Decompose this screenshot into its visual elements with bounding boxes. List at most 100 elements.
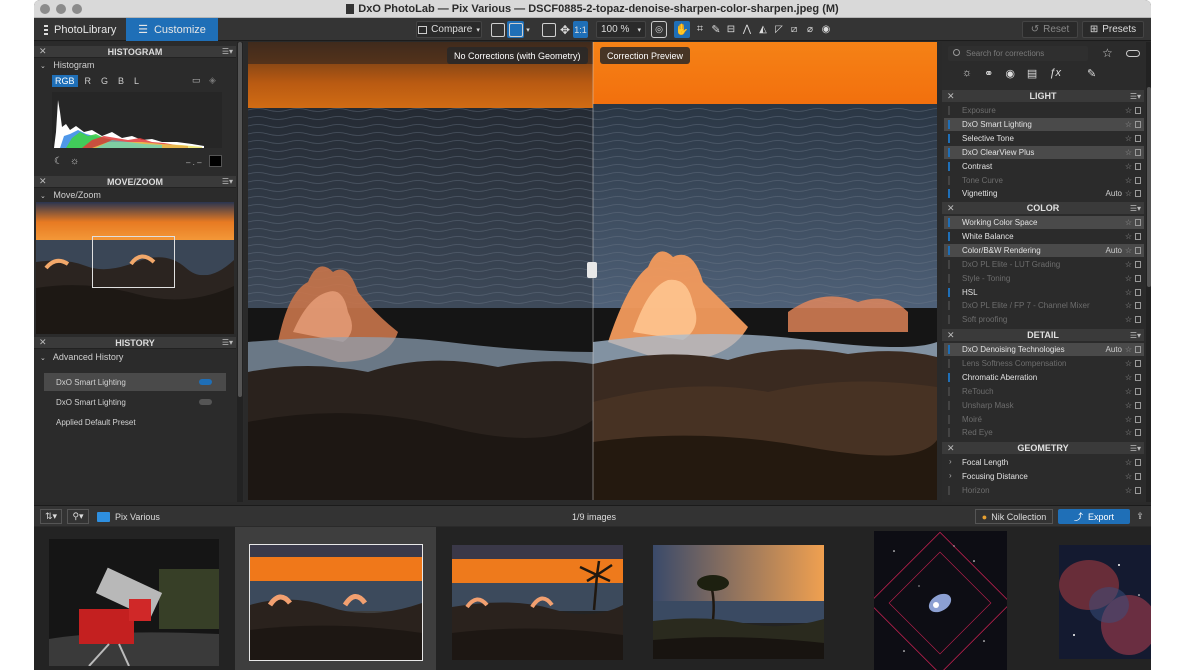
- enable-indicator-icon[interactable]: [948, 485, 957, 495]
- reset-palette-icon[interactable]: [1135, 373, 1141, 381]
- correction-item[interactable]: Tone Curve ☆: [944, 174, 1144, 187]
- scroll-thumb[interactable]: [1147, 87, 1151, 287]
- star-icon[interactable]: ☆: [1125, 246, 1132, 255]
- reset-palette-icon[interactable]: [1135, 107, 1141, 114]
- enable-indicator-icon[interactable]: [948, 245, 957, 255]
- corrections-search[interactable]: Search for corrections: [948, 46, 1088, 61]
- hand-tool-button[interactable]: ✋: [674, 21, 690, 38]
- reset-palette-icon[interactable]: [1135, 120, 1141, 128]
- toggle-icon[interactable]: [1126, 50, 1140, 57]
- panel-menu-icon[interactable]: ☰▾: [222, 338, 233, 347]
- local-adjustments-button[interactable]: ◸: [772, 21, 786, 38]
- correction-item[interactable]: Red Eye ☆: [944, 426, 1144, 439]
- close-icon[interactable]: ✕: [39, 46, 47, 57]
- correction-item[interactable]: Selective Tone ☆: [944, 132, 1144, 145]
- reset-palette-icon[interactable]: [1135, 162, 1141, 170]
- export-button[interactable]: ⤴ Export: [1058, 509, 1130, 524]
- right-scrollbar[interactable]: [1146, 42, 1151, 502]
- effects-icon[interactable]: ƒx: [1049, 67, 1061, 80]
- enable-indicator-icon[interactable]: [948, 301, 957, 311]
- reset-palette-icon[interactable]: [1135, 260, 1141, 268]
- move-zoom-header[interactable]: ✕ MOVE/ZOOM ☰▾: [34, 176, 236, 188]
- close-icon[interactable]: ✕: [947, 330, 955, 341]
- presets-button[interactable]: ⊞ Presets: [1082, 21, 1144, 38]
- star-icon[interactable]: ☆: [1125, 260, 1132, 269]
- section-header-light[interactable]: ✕ LIGHT ☰▾: [942, 90, 1144, 102]
- correction-item[interactable]: Working Color Space ☆: [944, 216, 1144, 229]
- enable-indicator-icon[interactable]: [948, 315, 957, 325]
- tab-photolibrary[interactable]: PhotoLibrary: [34, 18, 126, 41]
- preview-eye-button[interactable]: ◉: [819, 21, 833, 38]
- crop-tool-button[interactable]: ⌗: [693, 21, 707, 38]
- navigator-zoom-rect[interactable]: [92, 236, 175, 288]
- star-icon[interactable]: ☆: [1125, 345, 1132, 354]
- reset-palette-icon[interactable]: [1135, 302, 1141, 310]
- thumbnail-image[interactable]: [653, 545, 824, 659]
- monitor-icon[interactable]: ▭: [192, 75, 201, 86]
- reset-palette-icon[interactable]: [1135, 232, 1141, 240]
- zoom-dropdown[interactable]: 100 % ▾: [596, 21, 646, 38]
- filmstrip-cell[interactable]: [436, 527, 637, 670]
- channel-b[interactable]: B: [115, 75, 127, 87]
- panel-menu-icon[interactable]: ☰▾: [222, 177, 233, 186]
- auto-repair-button[interactable]: ◎: [651, 21, 667, 38]
- correction-item[interactable]: HSL ☆: [944, 286, 1144, 299]
- close-icon[interactable]: ✕: [947, 203, 955, 214]
- light-icon[interactable]: ☼: [962, 67, 972, 80]
- minimize-window-button[interactable]: [56, 4, 66, 14]
- star-icon[interactable]: ☆: [1125, 189, 1132, 198]
- star-icon[interactable]: ☆: [1125, 387, 1132, 396]
- correction-item[interactable]: White Balance ☆: [944, 230, 1144, 243]
- enable-indicator-icon[interactable]: [948, 161, 957, 171]
- shadow-clip-icon[interactable]: ☾: [54, 156, 63, 167]
- star-icon[interactable]: ☆: [1125, 486, 1132, 495]
- split-view-button[interactable]: [507, 21, 524, 38]
- panel-menu-icon[interactable]: ☰▾: [1130, 92, 1141, 101]
- geometry-icon[interactable]: ▤: [1027, 67, 1037, 80]
- channel-r[interactable]: R: [82, 75, 95, 87]
- enable-indicator-icon[interactable]: [948, 218, 957, 227]
- enable-indicator-icon[interactable]: [948, 175, 957, 185]
- reset-palette-icon[interactable]: [1135, 134, 1141, 142]
- enable-indicator-icon[interactable]: [948, 428, 957, 438]
- close-icon[interactable]: ✕: [947, 443, 955, 454]
- section-header-detail[interactable]: ✕ DETAIL ☰▾: [942, 329, 1144, 341]
- soft-proof-icon[interactable]: ◈: [209, 75, 216, 86]
- zoom-window-button[interactable]: [72, 4, 82, 14]
- filmstrip-cell[interactable]: [637, 527, 838, 670]
- history-header[interactable]: ✕ HISTORY ☰▾: [34, 337, 236, 349]
- single-view-button[interactable]: [491, 21, 505, 38]
- channel-rgb[interactable]: RGB: [52, 75, 78, 87]
- section-header-geometry[interactable]: ✕ GEOMETRY ☰▾: [942, 442, 1144, 454]
- local-icon[interactable]: ✎: [1087, 67, 1096, 80]
- nik-collection-button[interactable]: ● Nik Collection: [975, 509, 1053, 524]
- correction-item[interactable]: DxO PL Elite - LUT Grading ☆: [944, 258, 1144, 271]
- star-icon[interactable]: ☆: [1125, 120, 1132, 129]
- history-subheader[interactable]: ⌄ Advanced History: [40, 352, 123, 362]
- star-icon[interactable]: ☆: [1125, 218, 1132, 227]
- image-viewer[interactable]: No Corrections (with Geometry) Correctio…: [248, 42, 937, 500]
- panel-menu-icon[interactable]: ☰▾: [222, 47, 233, 56]
- thumbnail-image[interactable]: [452, 545, 623, 660]
- star-icon[interactable]: ☆: [1125, 162, 1132, 171]
- correction-item[interactable]: Soft proofing ☆: [944, 313, 1144, 326]
- reset-palette-icon[interactable]: [1135, 219, 1141, 226]
- star-icon[interactable]: ☆: [1125, 415, 1132, 424]
- histogram-header[interactable]: ✕ HISTOGRAM ☰▾: [34, 46, 236, 58]
- correction-item[interactable]: DxO Denoising Technologies Auto ☆: [944, 343, 1144, 356]
- zoom-one-to-one-button[interactable]: 1:1: [573, 21, 588, 38]
- reset-palette-icon[interactable]: [1135, 190, 1141, 198]
- star-icon[interactable]: ☆: [1125, 106, 1132, 115]
- move-zoom-subheader[interactable]: ⌄ Move/Zoom: [40, 190, 101, 200]
- navigator-thumbnail[interactable]: [36, 202, 234, 334]
- reset-palette-icon[interactable]: [1135, 346, 1141, 353]
- view-mode-dropdown[interactable]: ▾: [524, 21, 532, 38]
- scroll-thumb[interactable]: [238, 42, 242, 397]
- reset-palette-icon[interactable]: [1135, 472, 1141, 480]
- reset-palette-icon[interactable]: [1135, 387, 1141, 395]
- repair-button[interactable]: ⧄: [787, 21, 801, 38]
- thumbnail-image[interactable]: [1059, 545, 1151, 659]
- correction-item[interactable]: Horizon ☆: [944, 484, 1144, 497]
- reset-palette-icon[interactable]: [1135, 486, 1141, 494]
- filmstrip-cell[interactable]: [1039, 527, 1151, 670]
